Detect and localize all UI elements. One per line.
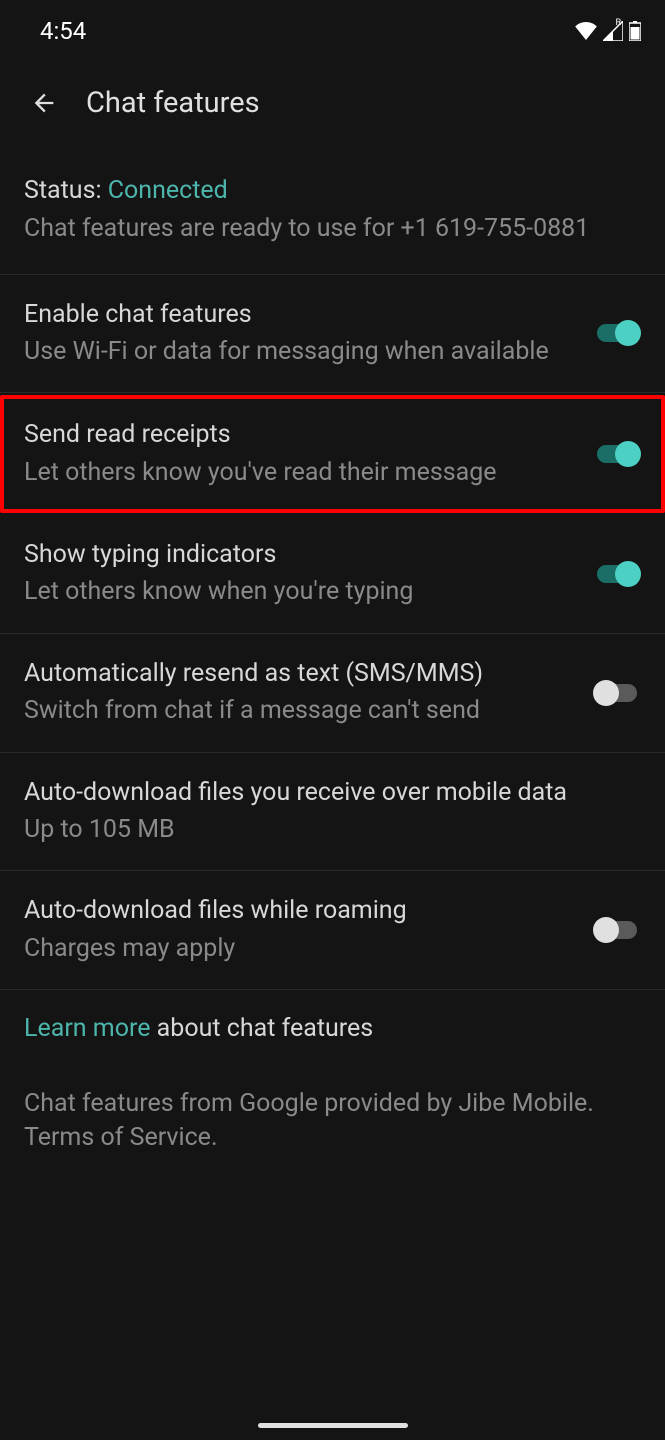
setting-description: Let others know you've read their messag… [24, 457, 577, 490]
page-title: Chat features [86, 86, 260, 120]
setting-item[interactable]: Auto-download files while roaming Charges… [0, 871, 665, 990]
setting-item[interactable]: Enable chat features Use Wi-Fi or data fo… [0, 275, 665, 394]
status-section: Status: Connected Chat features are read… [0, 140, 665, 275]
status-line: Status: Connected [24, 176, 641, 205]
learn-more-link[interactable]: Learn more [24, 1014, 150, 1043]
setting-text: Enable chat features Use Wi-Fi or data fo… [24, 299, 577, 369]
setting-text: Automatically resend as text (SMS/MMS) Sw… [24, 658, 577, 728]
header: Chat features [0, 56, 665, 140]
setting-text: Show typing indicators Let others know wh… [24, 539, 577, 609]
setting-text: Send read receipts Let others know you've… [24, 419, 577, 489]
toggle-switch[interactable] [593, 441, 641, 467]
setting-text: Auto-download files you receive over mob… [24, 777, 641, 847]
toggle-switch[interactable] [593, 680, 641, 706]
learn-more-text: about chat features [150, 1014, 373, 1043]
footer-section: Learn more about chat features Chat feat… [0, 990, 665, 1179]
learn-more[interactable]: Learn more about chat features [24, 1014, 641, 1043]
toggle-switch[interactable] [593, 561, 641, 587]
back-icon[interactable] [30, 89, 58, 117]
toggle-switch[interactable] [593, 917, 641, 943]
setting-text: Auto-download files while roaming Charges… [24, 895, 577, 965]
status-description: Chat features are ready to use for +1 61… [24, 213, 641, 246]
status-icons: R [575, 21, 641, 41]
battery-icon [629, 21, 641, 41]
toggle-switch[interactable] [593, 320, 641, 346]
setting-title: Enable chat features [24, 299, 577, 330]
nav-bar-indicator[interactable] [258, 1423, 408, 1428]
status-value: Connected [108, 176, 228, 205]
wifi-icon [575, 22, 597, 40]
setting-description: Use Wi-Fi or data for messaging when ava… [24, 336, 577, 369]
setting-title: Auto-download files you receive over mob… [24, 777, 641, 808]
provider-text: Chat features from Google provided by Ji… [24, 1087, 641, 1155]
signal-icon: R [603, 21, 623, 41]
setting-item[interactable]: Send read receipts Let others know you've… [0, 395, 665, 513]
setting-title: Auto-download files while roaming [24, 895, 577, 926]
status-time: 4:54 [40, 17, 86, 45]
status-label: Status: [24, 176, 102, 205]
setting-description: Up to 105 MB [24, 814, 641, 847]
status-bar: 4:54 R [0, 0, 665, 56]
setting-description: Switch from chat if a message can't send [24, 695, 577, 728]
setting-description: Let others know when you're typing [24, 576, 577, 609]
setting-item[interactable]: Automatically resend as text (SMS/MMS) Sw… [0, 634, 665, 753]
setting-title: Automatically resend as text (SMS/MMS) [24, 658, 577, 689]
setting-item[interactable]: Auto-download files you receive over mob… [0, 753, 665, 872]
setting-item[interactable]: Show typing indicators Let others know wh… [0, 515, 665, 634]
setting-title: Send read receipts [24, 419, 577, 450]
setting-description: Charges may apply [24, 933, 577, 966]
setting-title: Show typing indicators [24, 539, 577, 570]
